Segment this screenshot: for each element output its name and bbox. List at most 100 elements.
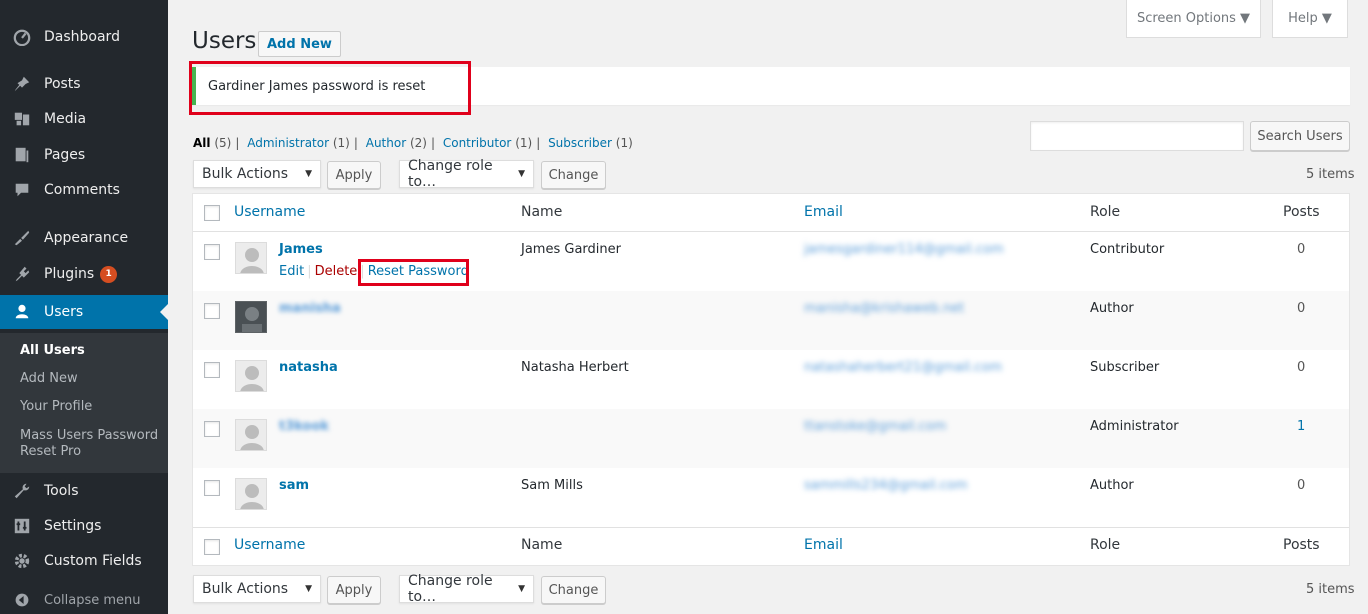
- filter-author-count: (2): [409, 136, 427, 150]
- submenu-mass-reset[interactable]: Mass Users Password: [20, 428, 158, 443]
- username-link[interactable]: natasha: [279, 360, 338, 375]
- select-all-checkbox[interactable]: [204, 205, 220, 221]
- menu-posts[interactable]: Posts: [0, 67, 168, 101]
- bulk-actions-value: Bulk Actions: [202, 166, 289, 182]
- menu-label: Tools: [44, 483, 79, 499]
- menu-label: Settings: [44, 518, 102, 534]
- appearance-icon: [0, 229, 44, 247]
- dashboard-icon: [0, 28, 44, 46]
- menu-appearance[interactable]: Appearance: [0, 221, 168, 255]
- user-role: Contributor: [1090, 242, 1165, 257]
- filter-all[interactable]: All: [193, 136, 211, 150]
- help-button[interactable]: Help ▼: [1272, 0, 1348, 38]
- column-email[interactable]: Email: [804, 204, 843, 220]
- row-checkbox[interactable]: [204, 421, 220, 437]
- column-role: Role: [1090, 537, 1121, 553]
- users-icon: [0, 303, 44, 321]
- change-role-button[interactable]: Change: [541, 161, 606, 189]
- menu-custom-fields[interactable]: Custom Fields: [0, 544, 168, 578]
- items-count: 5 items: [1306, 582, 1355, 597]
- collapse-menu-button[interactable]: Collapse menu: [0, 583, 168, 614]
- pages-icon: [0, 146, 44, 164]
- menu-settings[interactable]: Settings: [0, 509, 168, 543]
- change-role-select[interactable]: Change role to… ▼: [399, 158, 534, 190]
- users-table: Username Name Email Role Posts James Edi…: [192, 193, 1350, 566]
- user-role: Author: [1090, 478, 1134, 493]
- user-email[interactable]: jamesgardiner114@gmail.com: [804, 242, 1004, 257]
- user-search-input[interactable]: [1030, 121, 1244, 151]
- filter-administrator[interactable]: Administrator: [247, 136, 329, 150]
- menu-media[interactable]: Media: [0, 102, 168, 136]
- avatar: [235, 478, 267, 510]
- filter-contributor-count: (1): [515, 136, 533, 150]
- filter-subscriber[interactable]: Subscriber: [548, 136, 612, 150]
- column-role: Role: [1090, 204, 1121, 220]
- menu-label: Users: [44, 304, 84, 320]
- admin-sidebar: Dashboard Posts Media Pages Comments App…: [0, 0, 168, 614]
- highlight-annotation: [189, 61, 471, 115]
- avatar: [235, 301, 267, 333]
- filter-contributor[interactable]: Contributor: [443, 136, 512, 150]
- filter-author[interactable]: Author: [366, 136, 406, 150]
- column-email[interactable]: Email: [804, 537, 843, 553]
- user-email[interactable]: manisha@krishaweb.net: [804, 301, 964, 316]
- user-email[interactable]: natashaherbert21@gmail.com: [804, 360, 1002, 375]
- menu-label: Comments: [44, 182, 120, 198]
- menu-pages[interactable]: Pages: [0, 138, 168, 172]
- screen-options-button[interactable]: Screen Options ▼: [1126, 0, 1261, 38]
- role-filter-links: All (5) | Administrator (1) | Author (2) | …: [193, 136, 633, 150]
- apply-button[interactable]: Apply: [327, 161, 381, 189]
- menu-label: Media: [44, 111, 87, 127]
- menu-tools[interactable]: Tools: [0, 474, 168, 508]
- items-count: 5 items: [1306, 167, 1355, 182]
- user-email[interactable]: ttanstoke@gmail.com: [804, 419, 946, 434]
- menu-dashboard[interactable]: Dashboard: [0, 20, 168, 54]
- filter-all-count: (5): [214, 136, 232, 150]
- submenu-add-new[interactable]: Add New: [20, 371, 78, 386]
- plugins-icon: [0, 265, 44, 283]
- edit-link[interactable]: Edit: [279, 264, 304, 279]
- apply-button-bottom[interactable]: Apply: [327, 576, 381, 604]
- user-posts-link[interactable]: 1: [1297, 419, 1305, 434]
- user-email[interactable]: sammills234@gmail.com: [804, 478, 968, 493]
- column-username[interactable]: Username: [234, 204, 305, 220]
- select-all-checkbox[interactable]: [204, 539, 220, 555]
- username-link[interactable]: James: [279, 242, 323, 257]
- submenu-your-profile[interactable]: Your Profile: [20, 399, 92, 414]
- add-new-user-button[interactable]: Add New: [258, 31, 341, 57]
- page-title: Users: [192, 28, 257, 54]
- avatar: [235, 419, 267, 451]
- filter-administrator-count: (1): [332, 136, 350, 150]
- user-role: Administrator: [1090, 419, 1179, 434]
- column-posts: Posts: [1283, 204, 1320, 220]
- menu-label: Custom Fields: [44, 553, 142, 569]
- users-submenu: All Users Add New Your Profile Mass User…: [0, 333, 168, 473]
- table-row: t3kook ttanstoke@gmail.com Administrator…: [193, 409, 1349, 468]
- username-link[interactable]: manisha: [279, 301, 341, 316]
- bulk-actions-select-bottom[interactable]: Bulk Actions ▼: [193, 575, 321, 603]
- filter-subscriber-count: (1): [615, 136, 633, 150]
- avatar: [235, 242, 267, 274]
- user-role: Subscriber: [1090, 360, 1160, 375]
- menu-label: Plugins: [44, 266, 95, 282]
- row-checkbox[interactable]: [204, 480, 220, 496]
- username-link[interactable]: sam: [279, 478, 309, 493]
- menu-users[interactable]: Users: [0, 295, 168, 329]
- username-link[interactable]: t3kook: [279, 419, 329, 434]
- submenu-mass-reset-line2[interactable]: Reset Pro: [20, 444, 81, 459]
- change-role-select-bottom[interactable]: Change role to… ▼: [399, 573, 534, 605]
- settings-icon: [0, 517, 44, 535]
- bulk-actions-select[interactable]: Bulk Actions ▼: [193, 160, 321, 188]
- row-checkbox[interactable]: [204, 362, 220, 378]
- change-role-button-bottom[interactable]: Change: [541, 576, 606, 604]
- search-users-button[interactable]: Search Users: [1250, 121, 1350, 151]
- delete-link[interactable]: Delete: [315, 264, 358, 279]
- menu-label: Pages: [44, 147, 86, 163]
- menu-comments[interactable]: Comments: [0, 173, 168, 207]
- submenu-all-users[interactable]: All Users: [20, 343, 85, 358]
- collapse-icon: [0, 592, 44, 608]
- column-username[interactable]: Username: [234, 537, 305, 553]
- menu-plugins[interactable]: Plugins 1: [0, 257, 168, 291]
- row-checkbox[interactable]: [204, 303, 220, 319]
- row-checkbox[interactable]: [204, 244, 220, 260]
